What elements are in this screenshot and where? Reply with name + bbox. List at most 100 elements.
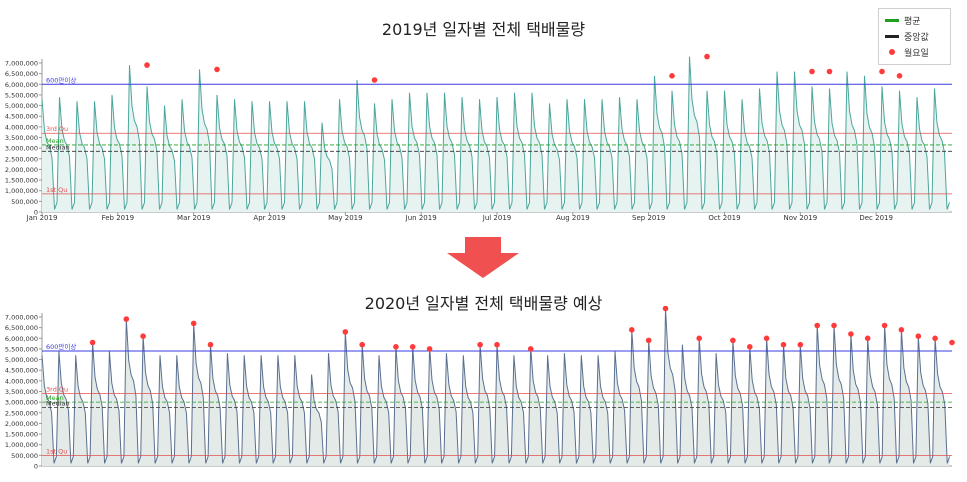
monday-marker bbox=[696, 335, 702, 342]
monday-marker bbox=[409, 344, 416, 350]
y-tick-label: 3,000,000 bbox=[5, 399, 38, 407]
monday-marker bbox=[932, 335, 938, 342]
y-tick-label: 0 bbox=[34, 209, 38, 217]
x-tick-label: Jan 2019 bbox=[26, 214, 58, 222]
series-area-0 bbox=[42, 56, 950, 212]
y-tick-label: 6,500,000 bbox=[5, 70, 38, 78]
y-tick-label: 2,000,000 bbox=[5, 166, 38, 174]
x-tick-label: Jul 2019 bbox=[482, 214, 512, 222]
monday-marker bbox=[669, 73, 675, 79]
y-tick-label: 6,000,000 bbox=[5, 81, 38, 89]
monday-marker bbox=[342, 329, 349, 335]
y-tick-label: 1,000,000 bbox=[5, 187, 38, 195]
y-tick-label: 500,000 bbox=[11, 198, 38, 206]
series-area-1 bbox=[42, 308, 950, 466]
monday-marker bbox=[826, 68, 833, 75]
legend-item-median: 중앙값 bbox=[885, 29, 929, 43]
monday-marker bbox=[763, 335, 770, 342]
y-tick-label: 5,000,000 bbox=[5, 356, 38, 364]
monday-marker bbox=[477, 341, 483, 348]
x-tick-label: Apr 2019 bbox=[253, 214, 285, 222]
chart-legend: 평균 중앙값 월요일 bbox=[878, 8, 951, 65]
monday-marker bbox=[814, 322, 820, 329]
monday-marker bbox=[831, 322, 837, 329]
monday-marker bbox=[527, 346, 534, 352]
x-tick-label: Dec 2019 bbox=[859, 214, 893, 222]
y-tick-label: 4,000,000 bbox=[5, 123, 38, 131]
y-tick-label: 7,000,000 bbox=[5, 314, 38, 322]
monday-marker bbox=[426, 346, 433, 352]
x-tick-label: Nov 2019 bbox=[783, 214, 817, 222]
legend-item-monday: 월요일 bbox=[885, 45, 929, 59]
y-tick-label: 4,500,000 bbox=[5, 113, 38, 121]
mean-line-label: Mean bbox=[46, 394, 64, 402]
y-tick-label: 2,000,000 bbox=[5, 420, 38, 428]
monday-marker bbox=[393, 344, 399, 350]
monday-marker bbox=[140, 333, 146, 340]
x-tick-label: Mar 2019 bbox=[177, 214, 210, 222]
monday-marker bbox=[645, 337, 652, 344]
monday-marker bbox=[949, 339, 955, 346]
monday-marker bbox=[879, 68, 885, 75]
median-line-label: Median bbox=[46, 143, 70, 151]
monday-marker bbox=[214, 66, 220, 73]
y-tick-label: 7,000,000 bbox=[5, 60, 38, 68]
monday-marker bbox=[123, 316, 130, 322]
legend-label-median: 중앙값 bbox=[904, 32, 929, 43]
median-line-label: Median bbox=[46, 399, 70, 407]
legend-label-monday: 월요일 bbox=[904, 48, 929, 59]
q3-line-label: 3rd Qu bbox=[46, 125, 68, 133]
y-tick-label: 3,500,000 bbox=[5, 134, 38, 142]
legend-label-mean: 평균 bbox=[904, 16, 921, 27]
monday-marker bbox=[797, 341, 804, 348]
monday-marker bbox=[629, 327, 635, 333]
y-tick-label: 0 bbox=[34, 463, 38, 471]
y-tick-label: 1,500,000 bbox=[5, 431, 38, 439]
y-tick-label: 6,500,000 bbox=[5, 324, 38, 332]
x-tick-label: Sep 2019 bbox=[632, 214, 665, 222]
x-tick-label: May 2019 bbox=[328, 214, 363, 222]
monday-dot-swatch bbox=[889, 49, 895, 55]
q1-line-label: 1st Qu bbox=[46, 186, 67, 194]
mean-line-label: Mean bbox=[46, 137, 64, 145]
chart-title-2019: 2019년 일자별 전체 택배물량 bbox=[381, 20, 586, 39]
monday-marker bbox=[359, 341, 366, 348]
threshold-line-label: 600만이상 bbox=[46, 342, 76, 351]
q3-line-label: 3rd Qu bbox=[46, 386, 68, 394]
x-tick-label: Aug 2019 bbox=[556, 214, 590, 222]
monday-marker bbox=[207, 341, 214, 348]
median-swatch bbox=[885, 34, 899, 38]
monday-marker bbox=[809, 68, 815, 75]
monday-marker bbox=[915, 333, 922, 340]
monday-marker bbox=[780, 341, 787, 348]
monday-marker bbox=[848, 331, 854, 337]
monday-marker bbox=[371, 77, 378, 83]
monday-marker bbox=[898, 327, 905, 333]
monday-marker bbox=[704, 53, 710, 60]
y-tick-label: 500,000 bbox=[11, 452, 38, 460]
y-tick-label: 5,500,000 bbox=[5, 345, 38, 353]
monday-marker bbox=[881, 322, 888, 329]
monday-marker bbox=[190, 320, 197, 327]
down-arrow-icon bbox=[447, 237, 519, 278]
legend-item-mean: 평균 bbox=[885, 13, 921, 27]
series-line-0 bbox=[41, 56, 950, 210]
monday-marker bbox=[896, 73, 903, 79]
mean-swatch bbox=[885, 18, 899, 22]
x-tick-label: Feb 2019 bbox=[102, 214, 134, 222]
y-tick-label: 4,500,000 bbox=[5, 367, 38, 375]
y-tick-label: 4,000,000 bbox=[5, 377, 38, 385]
y-tick-label: 2,500,000 bbox=[5, 409, 38, 417]
monday-marker bbox=[89, 339, 96, 346]
y-tick-label: 1,000,000 bbox=[5, 441, 38, 449]
y-tick-label: 2,500,000 bbox=[5, 155, 38, 163]
q1-line-label: 1st Qu bbox=[46, 447, 67, 455]
threshold-line-label: 600만이상 bbox=[46, 75, 76, 84]
x-tick-label: Jun 2019 bbox=[405, 214, 437, 222]
y-tick-label: 3,500,000 bbox=[5, 388, 38, 396]
monday-marker bbox=[730, 337, 736, 344]
series-line-1 bbox=[41, 308, 951, 464]
y-tick-label: 6,000,000 bbox=[5, 335, 38, 343]
y-tick-label: 1,500,000 bbox=[5, 177, 38, 185]
y-tick-label: 5,000,000 bbox=[5, 102, 38, 110]
